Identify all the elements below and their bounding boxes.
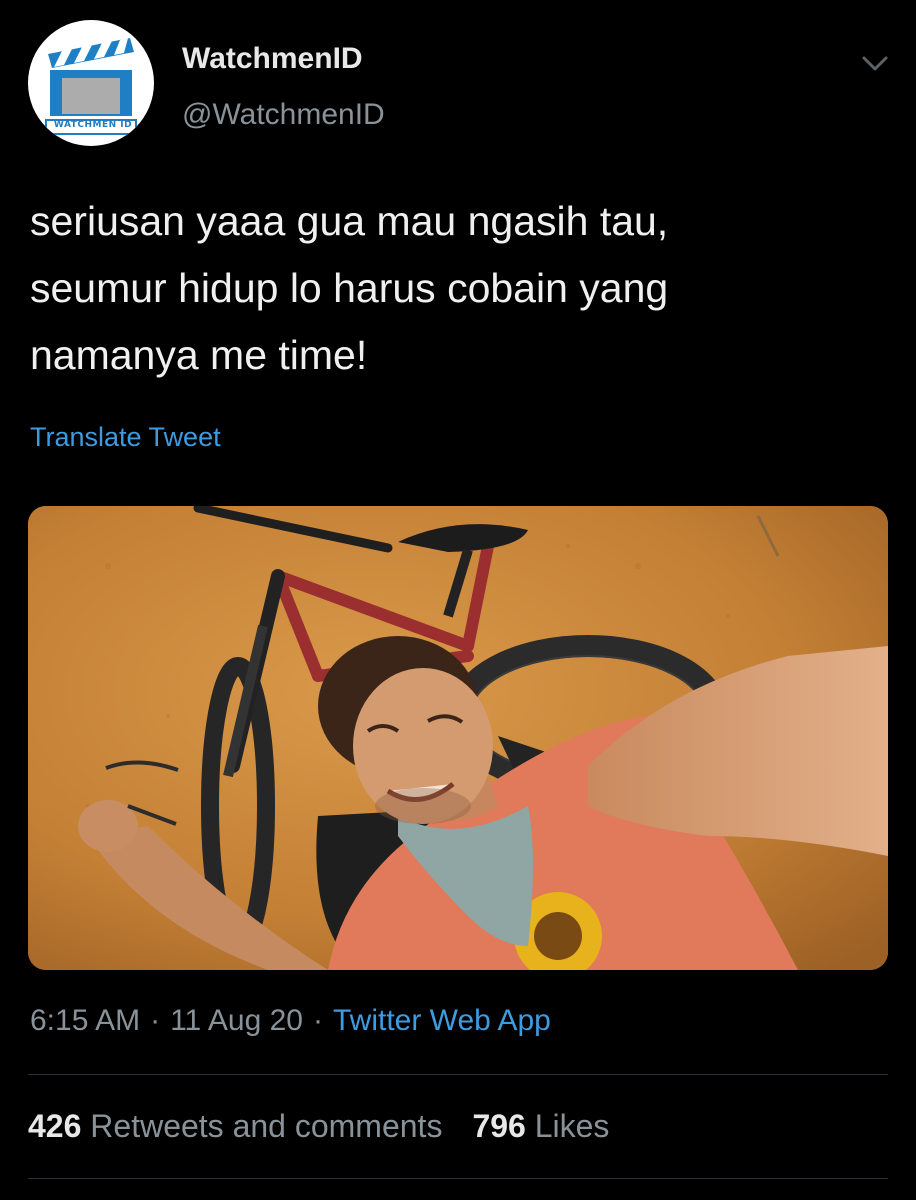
tweet-header: WATCHMEN ID WatchmenID @WatchmenID (28, 20, 890, 150)
user-handle[interactable]: @WatchmenID (182, 98, 385, 132)
likes-count: 796 (472, 1108, 526, 1144)
tweet-date[interactable]: 11 Aug 20 (170, 1004, 303, 1037)
display-name[interactable]: WatchmenID (182, 42, 363, 76)
meta-separator: · (312, 1004, 323, 1037)
retweets-count: 426 (28, 1108, 82, 1144)
tweet-text: seriusan yaaa gua mau ngasih tau, seumur… (30, 198, 669, 378)
tweet-source-link[interactable]: Twitter Web App (333, 1004, 551, 1037)
photo-image (28, 506, 888, 970)
likes-label: Likes (534, 1108, 610, 1144)
likes-stat[interactable]: 796 Likes (472, 1108, 609, 1145)
tweet-time[interactable]: 6:15 AM (30, 1004, 140, 1037)
retweets-label: Retweets and comments (90, 1108, 443, 1144)
retweets-stat[interactable]: 426 Retweets and comments (28, 1108, 442, 1145)
avatar[interactable]: WATCHMEN ID (28, 20, 154, 146)
divider (28, 1074, 888, 1075)
tweet-media-photo[interactable] (28, 506, 888, 970)
chevron-down-icon[interactable] (860, 48, 890, 78)
divider (28, 1178, 888, 1179)
tweet-detail: WATCHMEN ID WatchmenID @WatchmenID seriu… (0, 0, 916, 1200)
meta-separator: · (150, 1004, 161, 1037)
translate-tweet-link[interactable]: Translate Tweet (30, 422, 221, 453)
tweet-meta: 6:15 AM · 11 Aug 20 · Twitter Web App (30, 1004, 551, 1038)
tweet-stats: 426 Retweets and comments 796 Likes (28, 1108, 609, 1145)
avatar-logo-text: WATCHMEN ID (53, 120, 133, 130)
